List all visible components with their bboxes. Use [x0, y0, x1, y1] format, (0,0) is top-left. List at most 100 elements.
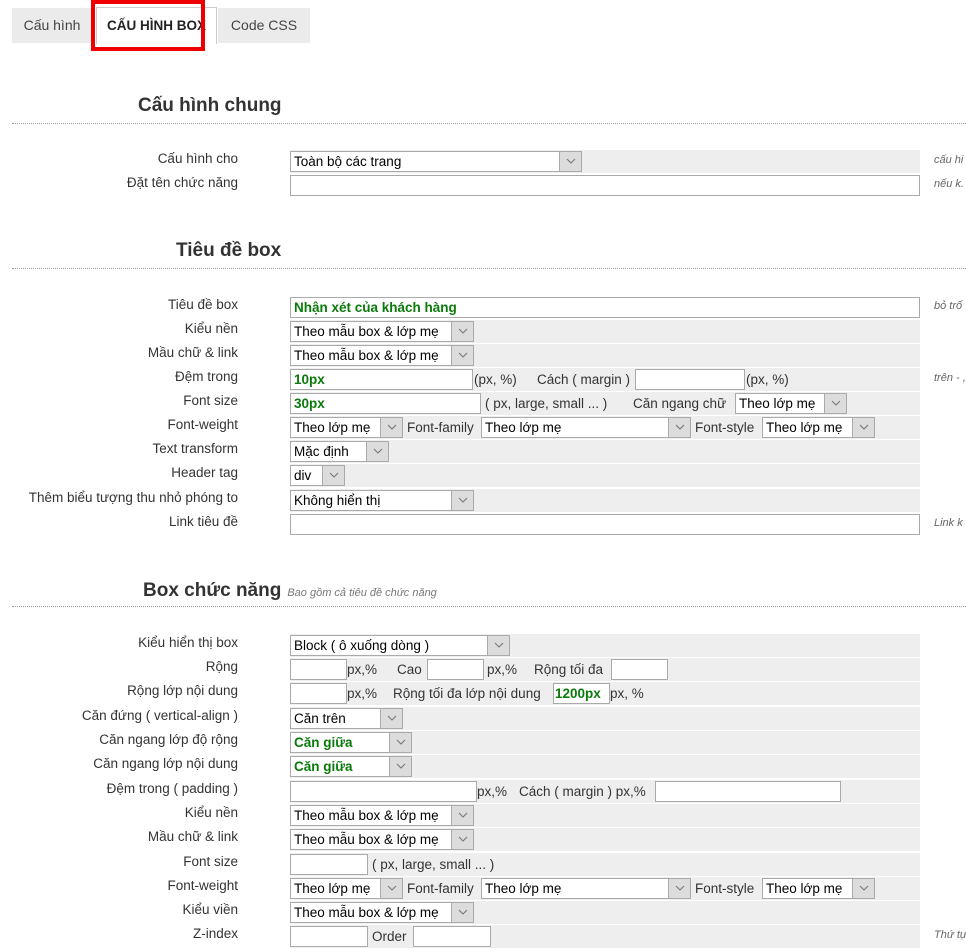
config-for-select[interactable]: Toàn bộ các trang	[290, 151, 582, 172]
box-padding-input[interactable]	[290, 781, 477, 802]
title-font-size-input[interactable]: 30px	[290, 393, 481, 414]
chevron-down-icon	[852, 879, 874, 898]
title-background-label: Kiểu nền	[184, 321, 238, 336]
toggle-icon-label: Thêm biểu tượng thu nhỏ phóng to	[28, 490, 238, 505]
box-title-note: bỏ trố	[934, 300, 963, 312]
row-title-font-size: Font size 30px ( px, large, small ... ) …	[0, 392, 920, 416]
box-margin-input[interactable]	[655, 781, 841, 802]
chevron-down-icon	[389, 733, 411, 752]
row-box-text-color: Mầu chữ & link Theo mẫu box & lớp mẹ	[0, 828, 920, 852]
row-title-link: Link tiêu đề Link k	[0, 513, 963, 537]
config-for-note: cấu hi	[934, 154, 964, 166]
box-font-style-select[interactable]: Theo lớp mẹ	[762, 878, 875, 899]
function-name-input[interactable]	[290, 175, 920, 196]
section-title-general: Cấu hình chung	[138, 95, 282, 116]
title-text-color-select[interactable]: Theo mẫu box & lớp mẹ	[290, 345, 474, 366]
width-align-select[interactable]: Căn giữa	[290, 732, 412, 753]
content-align-select[interactable]: Căn giữa	[290, 756, 412, 777]
box-font-size-unit: ( px, large, small ... )	[372, 857, 495, 872]
text-transform-select[interactable]: Mặc định	[290, 441, 389, 462]
title-padding-label: Đệm trong	[174, 369, 238, 384]
toggle-icon-select[interactable]: Không hiển thị	[290, 490, 474, 511]
row-function-name: Đặt tên chức năng nếu k.	[0, 174, 964, 198]
tab-code-css[interactable]: Code CSS	[218, 8, 310, 43]
title-font-size-label: Font size	[183, 393, 238, 408]
row-content-width: Rộng lớp nội dung px,% Rộng tối đa lớp n…	[0, 682, 920, 706]
chevron-down-icon	[322, 466, 344, 485]
section-title-text: Box chức năng	[143, 580, 282, 601]
box-border-label: Kiểu viền	[182, 902, 238, 917]
title-link-input[interactable]	[290, 514, 920, 535]
title-text-align-select[interactable]: Theo lớp mẹ	[735, 393, 847, 414]
title-font-family-select[interactable]: Theo lớp mẹ	[481, 417, 691, 438]
title-padding-input[interactable]: 10px	[290, 369, 473, 390]
chevron-down-icon	[451, 491, 473, 510]
section-title-box-title: Tiêu đề box	[176, 240, 282, 261]
section-divider	[12, 268, 966, 269]
function-name-label: Đặt tên chức năng	[126, 175, 238, 190]
width-align-label: Căn ngang lớp độ rộng	[99, 732, 238, 747]
config-for-label: Cấu hình cho	[157, 151, 238, 166]
section-subtitle: Bao gồm cả tiêu đề chức năng	[287, 587, 437, 599]
chevron-down-icon	[451, 806, 473, 825]
tab-config[interactable]: Cấu hình	[12, 8, 92, 43]
box-text-color-select[interactable]: Theo mẫu box & lớp mẹ	[290, 829, 474, 850]
content-width-input[interactable]	[290, 683, 347, 704]
box-font-size-input[interactable]	[290, 854, 368, 875]
z-index-note: Thứ tự	[934, 929, 966, 941]
title-link-label: Link tiêu đề	[168, 514, 238, 529]
row-config-for: Cấu hình cho Toàn bộ các trang cấu hi	[0, 150, 963, 174]
max-width-input[interactable]	[611, 659, 668, 680]
display-type-select[interactable]: Block ( ô xuống dòng )	[290, 635, 510, 656]
width-unit: px,%	[347, 662, 378, 677]
box-text-color-label: Mầu chữ & link	[147, 829, 238, 844]
row-toggle-icon: Thêm biểu tượng thu nhỏ phóng to Không h…	[0, 489, 920, 513]
header-tag-label: Header tag	[171, 465, 238, 480]
box-background-select[interactable]: Theo mẫu box & lớp mẹ	[290, 805, 474, 826]
vertical-align-select[interactable]: Căn trên	[290, 708, 403, 729]
row-width: Rộng px,% Cao px,% Rộng tối đa	[0, 658, 920, 682]
row-text-transform: Text transform Mặc định	[0, 440, 920, 464]
title-font-weight-select[interactable]: Theo lớp mẹ	[290, 417, 403, 438]
content-width-unit: px,%	[347, 686, 378, 701]
box-padding-label: Đệm trong ( padding )	[106, 781, 238, 796]
header-tag-select[interactable]: div	[290, 465, 345, 486]
box-font-family-select[interactable]: Theo lớp mẹ	[481, 878, 691, 899]
max-width-label: Rộng tối đa	[534, 662, 604, 677]
box-font-weight-select[interactable]: Theo lớp mẹ	[290, 878, 403, 899]
chevron-down-icon	[824, 394, 846, 413]
width-input[interactable]	[290, 659, 347, 680]
row-content-align: Căn ngang lớp nội dung Căn giữa	[0, 755, 920, 779]
title-margin-input[interactable]	[635, 369, 745, 390]
chevron-down-icon	[380, 879, 402, 898]
row-title-background: Kiểu nền Theo mẫu box & lớp mẹ	[0, 320, 920, 344]
title-margin-label: Cách ( margin )	[537, 372, 631, 387]
content-max-width-unit: px, %	[610, 686, 644, 701]
function-name-note: nếu k.	[934, 178, 964, 190]
height-input[interactable]	[427, 659, 484, 680]
row-box-background: Kiểu nền Theo mẫu box & lớp mẹ	[0, 804, 920, 828]
row-display-type: Kiểu hiển thị box Block ( ô xuống dòng )	[0, 634, 920, 658]
tab-box-config[interactable]: CẤU HÌNH BOX	[96, 7, 217, 44]
title-background-select[interactable]: Theo mẫu box & lớp mẹ	[290, 321, 474, 342]
row-box-title: Tiêu đề box Nhận xét của khách hàng bỏ t…	[0, 296, 962, 320]
chevron-down-icon	[451, 346, 473, 365]
box-title-input[interactable]: Nhận xét của khách hàng	[290, 297, 920, 318]
title-font-style-select[interactable]: Theo lớp mẹ	[762, 417, 875, 438]
chevron-down-icon	[852, 418, 874, 437]
width-label: Rộng	[205, 659, 238, 674]
row-width-align: Căn ngang lớp độ rộng Căn giữa	[0, 731, 920, 755]
chevron-down-icon	[451, 830, 473, 849]
box-border-select[interactable]: Theo mẫu box & lớp mẹ	[290, 902, 474, 923]
row-vertical-align: Căn đứng ( vertical-align ) Căn trên	[0, 707, 920, 731]
z-index-label: Z-index	[192, 926, 238, 941]
section-divider	[12, 123, 966, 124]
chevron-down-icon	[380, 709, 402, 728]
row-header-tag: Header tag div	[0, 464, 920, 488]
row-box-font-size: Font size ( px, large, small ... )	[0, 853, 920, 877]
row-title-padding: Đệm trong 10px (px, %) Cách ( margin ) (…	[0, 368, 966, 392]
display-type-label: Kiểu hiển thị box	[138, 635, 238, 650]
section-divider	[12, 606, 966, 607]
content-max-width-input[interactable]: 1200px	[553, 683, 610, 704]
text-transform-label: Text transform	[152, 441, 238, 456]
